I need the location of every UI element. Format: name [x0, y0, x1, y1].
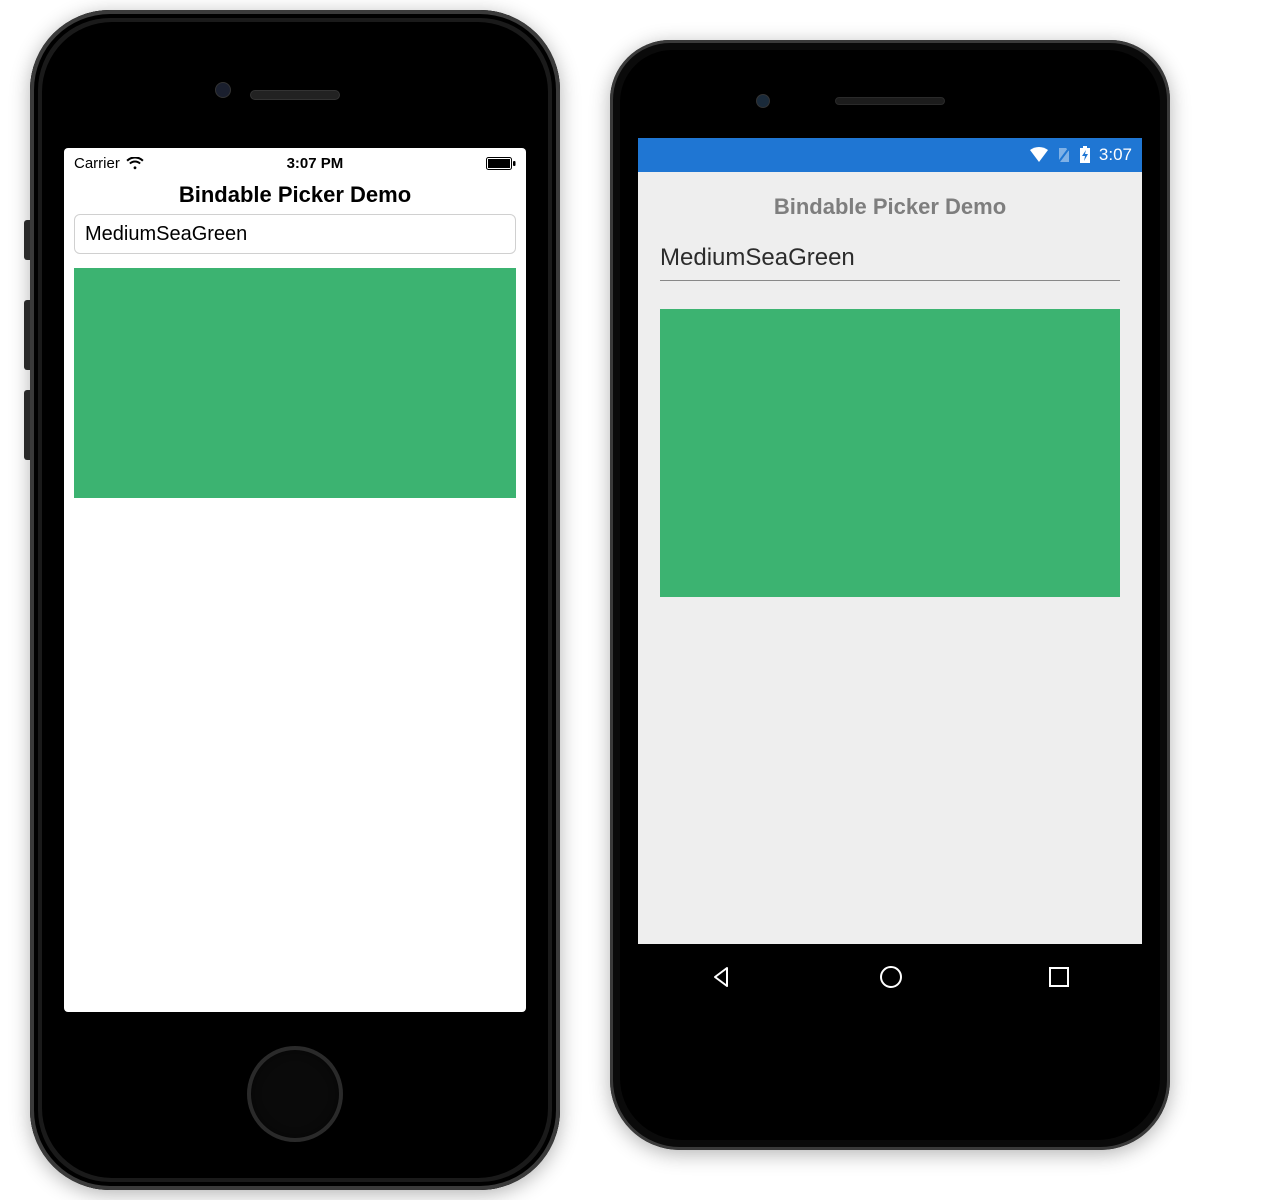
iphone-volume-down	[24, 390, 30, 460]
android-front-camera	[756, 94, 770, 108]
home-icon[interactable]	[877, 963, 905, 991]
android-color-picker[interactable]: MediumSeaGreen	[660, 240, 1120, 281]
ios-picker-value: MediumSeaGreen	[85, 223, 247, 246]
back-icon[interactable]	[709, 964, 735, 990]
iphone-device-frame: Carrier 3:07 PM Bindable Picker Demo Me	[30, 10, 560, 1190]
android-earpiece	[835, 97, 945, 105]
iphone-front-camera	[215, 82, 231, 98]
wifi-icon	[126, 157, 144, 170]
ios-color-swatch	[74, 268, 516, 498]
android-clock: 3:07	[1099, 145, 1132, 165]
ios-clock: 3:07 PM	[287, 155, 344, 172]
android-color-swatch	[660, 309, 1120, 597]
no-sim-icon	[1057, 146, 1071, 164]
recents-icon[interactable]	[1047, 965, 1071, 989]
ios-status-bar: Carrier 3:07 PM	[64, 148, 526, 178]
iphone-mute-switch	[24, 220, 30, 260]
android-nav-bar	[638, 944, 1142, 1010]
ios-color-picker[interactable]: MediumSeaGreen	[74, 214, 516, 254]
android-status-bar: 3:07	[638, 138, 1142, 172]
battery-charging-icon	[1079, 146, 1091, 164]
battery-icon	[486, 157, 516, 170]
ios-carrier-label: Carrier	[74, 155, 120, 172]
ios-page-title: Bindable Picker Demo	[64, 178, 526, 214]
android-device-frame: 3:07 Bindable Picker Demo MediumSeaGreen	[610, 40, 1170, 1150]
iphone-volume-up	[24, 300, 30, 370]
android-page-title: Bindable Picker Demo	[638, 172, 1142, 240]
wifi-icon	[1029, 147, 1049, 163]
iphone-home-button[interactable]	[247, 1046, 343, 1142]
iphone-earpiece	[250, 90, 340, 100]
android-picker-value: MediumSeaGreen	[660, 244, 855, 271]
iphone-screen: Carrier 3:07 PM Bindable Picker Demo Me	[64, 148, 526, 1012]
android-screen: 3:07 Bindable Picker Demo MediumSeaGreen	[638, 138, 1142, 1010]
